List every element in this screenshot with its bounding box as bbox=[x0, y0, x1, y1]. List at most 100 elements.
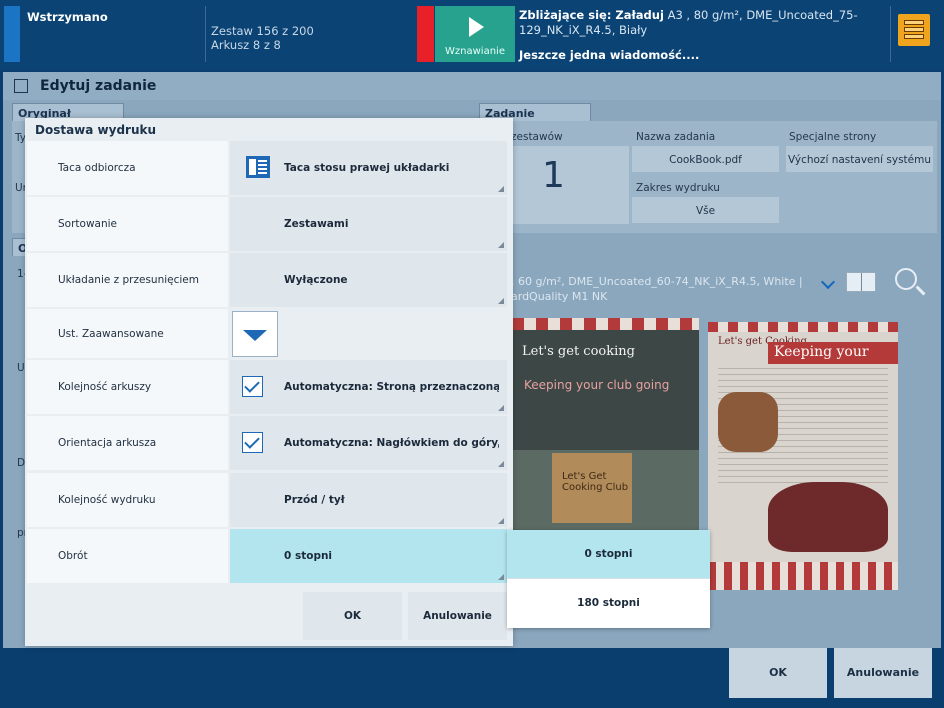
setting-row-sheet-orientation[interactable]: Orientacja arkusza Automatyczna: Nagłówk… bbox=[27, 416, 507, 470]
print-range-label: Zakres wydruku bbox=[636, 182, 720, 194]
job-name-field[interactable]: CookBook.pdf bbox=[632, 146, 779, 172]
expand-corner-icon bbox=[498, 574, 504, 580]
editor-header: Edytuj zadanie bbox=[3, 72, 941, 100]
queue-icon bbox=[904, 34, 924, 39]
dropdown-option-0-degrees[interactable]: 0 stopni bbox=[507, 530, 710, 578]
setting-value-text: Automatyczna: Stroną przeznaczoną d... bbox=[284, 381, 499, 393]
divider bbox=[890, 6, 891, 62]
dialog-ok-button[interactable]: OK bbox=[303, 592, 402, 640]
footer-cancel-button[interactable]: Anulowanie bbox=[834, 648, 932, 698]
media-info: , 60 g/m², DME_Uncoated_60-74_NK_iX_R4.5… bbox=[511, 274, 803, 304]
setting-value[interactable]: Wyłączone bbox=[230, 253, 507, 307]
upcoming-message[interactable]: Zbliżające się: Załaduj A3 , 80 g/m², DM… bbox=[519, 8, 889, 62]
preview-image bbox=[718, 392, 778, 452]
book-view-icon[interactable] bbox=[846, 272, 876, 292]
status-bar: Wstrzymano Zestaw 156 z 200 Arkusz 8 z 8… bbox=[0, 0, 944, 70]
setting-label: Kolejność arkuszy bbox=[27, 360, 228, 414]
footer-ok-button[interactable]: OK bbox=[729, 648, 827, 698]
expand-corner-icon bbox=[498, 298, 504, 304]
auto-checkbox[interactable] bbox=[242, 376, 263, 397]
preview-heading: Let's get cooking bbox=[522, 344, 635, 359]
dialog-cancel-button[interactable]: Anulowanie bbox=[408, 592, 507, 640]
edit-icon bbox=[14, 79, 28, 93]
setting-row-advanced[interactable]: Ust. Zaawansowane bbox=[27, 309, 507, 358]
setting-value[interactable]: Taca stosu prawej układarki bbox=[230, 141, 507, 195]
setting-value[interactable]: Automatyczna: Stroną przeznaczoną d... bbox=[230, 360, 507, 414]
sets-value: 1 bbox=[542, 155, 565, 196]
output-delivery-dialog: Dostawa wydruku Taca odbiorcza Taca stos… bbox=[25, 118, 513, 646]
setting-label: Kolejność wydruku bbox=[27, 473, 228, 527]
setting-row-sheet-order[interactable]: Kolejność arkuszy Automatyczna: Stroną p… bbox=[27, 360, 507, 414]
preview-banner-text: Keeping your bbox=[774, 344, 869, 360]
setting-value-text: Przód / tył bbox=[284, 494, 345, 506]
expand-corner-icon bbox=[498, 186, 504, 192]
setting-label: Taca odbiorcza bbox=[27, 141, 228, 195]
setting-value-text: Wyłączone bbox=[284, 274, 348, 286]
setting-value-text: Zestawami bbox=[284, 218, 349, 230]
setting-label: Sortowanie bbox=[27, 197, 228, 251]
preview-subheading: Keeping your club going bbox=[524, 378, 670, 392]
paused-indicator bbox=[4, 6, 20, 62]
setting-value-text: 0 stopni bbox=[284, 550, 333, 562]
setting-row-sorting[interactable]: Sortowanie Zestawami bbox=[27, 197, 507, 251]
resume-button[interactable]: Wznawianie bbox=[435, 6, 515, 62]
preview-page-right[interactable]: Let's get Cooking Keeping your bbox=[708, 322, 898, 590]
dropdown-option-180-degrees[interactable]: 180 stopni bbox=[507, 579, 710, 627]
awning bbox=[708, 322, 898, 332]
preview-image bbox=[768, 482, 888, 552]
preview-tablecloth bbox=[708, 562, 898, 590]
chevron-down-icon[interactable] bbox=[820, 274, 836, 290]
expand-corner-icon bbox=[498, 461, 504, 467]
print-range-field[interactable]: Vše bbox=[632, 197, 779, 223]
preview-banner: Keeping your bbox=[768, 342, 898, 364]
chalkboard: Let's get cooking Keeping your club goin… bbox=[512, 330, 699, 450]
divider bbox=[205, 6, 206, 62]
setting-row-print-order[interactable]: Kolejność wydruku Przód / tył bbox=[27, 473, 507, 527]
sets-field[interactable] bbox=[511, 146, 629, 224]
queue-icon bbox=[904, 27, 924, 32]
setting-row-offset-stacking[interactable]: Układanie z przesunięciem Wyłączone bbox=[27, 253, 507, 307]
alert-indicator bbox=[417, 6, 434, 62]
setting-row-rotation[interactable]: Obrót 0 stopni bbox=[27, 529, 507, 583]
upcoming-label: Zbliżające się: Załaduj bbox=[519, 8, 664, 22]
media-line: , 60 g/m², DME_Uncoated_60-74_NK_iX_R4.5… bbox=[511, 275, 803, 288]
sheet-progress: Arkusz 8 z 8 bbox=[211, 38, 281, 52]
expand-corner-icon bbox=[498, 405, 504, 411]
job-name-label: Nazwa zadania bbox=[636, 131, 716, 143]
media-line: ardQuality M1 NK bbox=[511, 290, 608, 303]
play-icon bbox=[469, 17, 484, 37]
expand-corner-icon bbox=[498, 518, 504, 524]
setting-label: Ust. Zaawansowane bbox=[27, 309, 228, 358]
job-queue-button[interactable] bbox=[898, 14, 930, 46]
preview-box: Let's Get Cooking Club bbox=[552, 453, 632, 523]
setting-value-text: Automatyczna: Nagłówkiem do góry, LEF bbox=[284, 437, 499, 449]
editor-title: Edytuj zadanie bbox=[40, 78, 157, 94]
setting-value[interactable]: 0 stopni bbox=[230, 529, 507, 583]
rotation-dropdown: 0 stopni 180 stopni bbox=[507, 530, 710, 628]
dialog-title: Dostawa wydruku bbox=[35, 123, 157, 137]
setting-value[interactable]: Zestawami bbox=[230, 197, 507, 251]
magnifier-icon[interactable] bbox=[895, 268, 917, 290]
printer-state: Wstrzymano bbox=[27, 10, 108, 24]
special-pages-label: Specjalne strony bbox=[789, 131, 877, 143]
setting-label: Obrót bbox=[27, 529, 228, 583]
setting-label: Orientacja arkusza bbox=[27, 416, 228, 470]
expand-corner-icon bbox=[498, 242, 504, 248]
auto-checkbox[interactable] bbox=[242, 432, 263, 453]
setting-value[interactable]: Automatyczna: Nagłówkiem do góry, LEF bbox=[230, 416, 507, 470]
setting-row-output-tray[interactable]: Taca odbiorcza Taca stosu prawej układar… bbox=[27, 141, 507, 195]
stacker-tray-icon bbox=[246, 156, 270, 178]
setting-value[interactable]: Przód / tył bbox=[230, 473, 507, 527]
more-messages[interactable]: Jeszcze jedna wiadomość.... bbox=[519, 48, 699, 63]
expand-triangle-icon[interactable] bbox=[232, 311, 278, 357]
awning bbox=[512, 318, 699, 330]
special-pages-field[interactable]: Výchozí nastavení systému bbox=[786, 146, 933, 172]
job-progress: Zestaw 156 z 200 Arkusz 8 z 8 bbox=[211, 24, 314, 52]
setting-value-text: Taca stosu prawej układarki bbox=[284, 162, 450, 174]
sets-label: zestawów bbox=[511, 131, 563, 143]
set-progress: Zestaw 156 z 200 bbox=[211, 24, 314, 38]
preview-box-label: Let's Get Cooking Club bbox=[562, 471, 629, 493]
advanced-expander[interactable] bbox=[230, 309, 507, 358]
resume-label: Wznawianie bbox=[445, 46, 505, 57]
queue-icon bbox=[904, 20, 924, 25]
